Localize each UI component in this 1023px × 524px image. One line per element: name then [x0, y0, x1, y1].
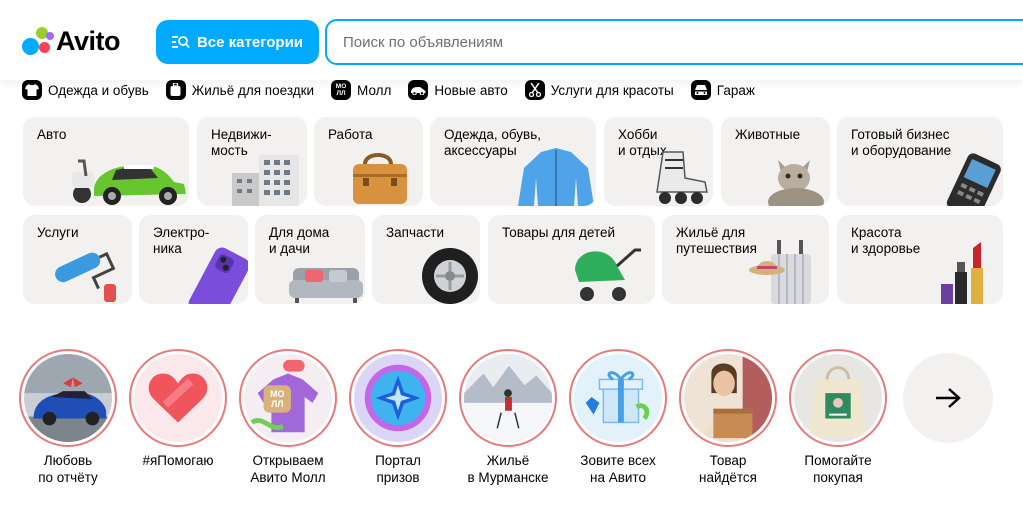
category-tile-animals[interactable]: Животные: [721, 117, 830, 206]
svg-text:МО: МО: [270, 389, 284, 399]
story-image: [354, 354, 442, 442]
smartphone-icon: [188, 247, 248, 304]
arrow-right-icon: [936, 388, 961, 408]
quick-link-label: Услуги для красоты: [550, 82, 674, 98]
all-categories-button[interactable]: Все категории: [156, 20, 319, 64]
story-image: [574, 354, 662, 442]
stroller-icon: [575, 248, 641, 301]
scissors-icon: [524, 80, 545, 100]
tshirt-icon: [22, 80, 42, 100]
story-item-found[interactable]: [679, 349, 777, 447]
category-label: Животные: [735, 127, 801, 142]
story-image: [24, 354, 112, 442]
catalog-search-icon: [171, 36, 190, 49]
all-categories-label: Все категории: [196, 33, 304, 51]
category-label: Товары для детей: [502, 225, 616, 240]
stories-next-button[interactable]: [903, 353, 993, 443]
category-tile-jobs[interactable]: Работа: [314, 117, 423, 206]
story-image: [684, 354, 772, 442]
category-label: Запчасти: [386, 225, 444, 240]
paint-roller-icon: [55, 251, 116, 302]
garage-car-icon: [690, 80, 711, 100]
category-tile-electronics[interactable]: Электро- ника: [139, 215, 248, 304]
suitcase-icon: [165, 80, 186, 100]
search-input[interactable]: [343, 31, 1003, 53]
quick-link-new-cars[interactable]: Новые авто: [408, 80, 508, 100]
quick-link-label: Жильё для поездки: [191, 82, 315, 98]
tire-icon: [422, 248, 478, 304]
category-tile-hobby[interactable]: Хобби и отдых: [604, 117, 713, 206]
category-tile-spare-parts[interactable]: Запчасти: [372, 215, 480, 304]
search-box[interactable]: [325, 19, 1023, 65]
pos-terminal-icon: [946, 153, 1001, 206]
quick-link-label: Молл: [357, 82, 392, 98]
category-label: Услуги: [37, 225, 79, 240]
category-label: Для дома и дачи: [269, 225, 330, 256]
quick-link-beauty-services[interactable]: Услуги для красоты: [524, 80, 674, 100]
quick-link-label: Новые авто: [434, 82, 508, 98]
building-icon: [232, 155, 299, 206]
car-icon: [408, 80, 429, 100]
story-prize-portal[interactable]: [349, 349, 447, 447]
avito-logo[interactable]: Avito: [22, 26, 121, 57]
quick-link-garage[interactable]: Гараж: [690, 80, 755, 100]
category-tile-business[interactable]: Готовый бизнес и оборудование: [837, 117, 1003, 206]
quick-link-clothes[interactable]: Одежда и обувь: [22, 80, 149, 100]
story-image: [464, 354, 552, 442]
category-label: Авто: [37, 127, 67, 142]
car-and-scooter-icon: [72, 159, 186, 205]
cat-icon: [768, 160, 824, 206]
header: Avito Все категории: [0, 0, 1023, 80]
sofa-icon: [289, 268, 363, 303]
story-i-help[interactable]: [129, 349, 227, 447]
category-tile-services[interactable]: Услуги: [23, 215, 132, 304]
story-help-by-buying[interactable]: [789, 349, 887, 447]
category-label: Работа: [328, 127, 373, 142]
story-image: [134, 354, 222, 442]
story-love-report[interactable]: [19, 349, 117, 447]
category-label: Жильё для путешествия: [676, 225, 757, 256]
category-tile-travel-housing[interactable]: Жильё для путешествия: [662, 215, 829, 304]
category-tile-kids-goods[interactable]: Товары для детей: [488, 215, 655, 304]
category-tile-beauty-health[interactable]: Красота и здоровье: [837, 215, 1003, 304]
quick-link-mall[interactable]: МО ЛЛ Молл: [331, 80, 391, 100]
briefcase-icon: [353, 153, 407, 204]
category-tile-home-garden[interactable]: Для дома и дачи: [255, 215, 365, 304]
story-image: МО ЛЛ: [244, 354, 332, 442]
quick-link-label: Гараж: [716, 82, 755, 98]
quick-link-trip-housing[interactable]: Жильё для поездки: [165, 80, 315, 100]
cosmetics-icon: [941, 242, 983, 304]
luggage-icon: [749, 240, 811, 304]
story-invite-all[interactable]: [569, 349, 667, 447]
category-tile-auto[interactable]: Авто: [23, 117, 189, 206]
category-tile-real-estate[interactable]: Недвижи- мость: [197, 117, 307, 206]
logo-dots-icon: [22, 26, 54, 57]
story-avito-mall[interactable]: МО ЛЛ: [239, 349, 337, 447]
category-tile-clothing[interactable]: Одежда, обувь, аксессуары: [430, 117, 596, 206]
mall-logo-icon: МО ЛЛ: [331, 80, 352, 100]
category-label: Красота и здоровье: [851, 225, 921, 256]
quick-links-bar: Одежда и обувь Жильё для поездки МО ЛЛ Мо…: [22, 80, 772, 100]
svg-text:ЛЛ: ЛЛ: [271, 399, 283, 409]
story-image: [794, 354, 882, 442]
roller-skate-icon: [656, 151, 708, 204]
logo-text: Avito: [56, 26, 121, 56]
jacket-icon: [518, 148, 594, 206]
story-housing-murmansk[interactable]: [459, 349, 557, 447]
story-label: Помогайте покупая: [804, 453, 872, 485]
quick-link-label: Одежда и обувь: [48, 82, 149, 98]
